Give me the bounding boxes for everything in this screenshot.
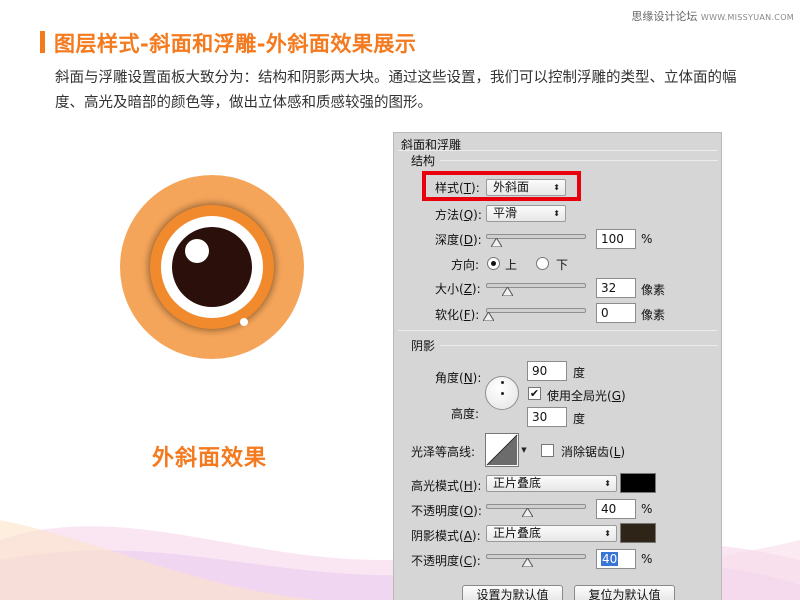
size-input[interactable]: 32 — [596, 278, 636, 298]
highlight-mode-label: 高光模式(H): — [411, 479, 482, 493]
watermark: 思缘设计论坛 WWW.MISSYUAN.COM — [631, 8, 794, 24]
shading-section-title: 阴影 — [411, 339, 436, 353]
gloss-contour-label: 光泽等高线: — [411, 445, 476, 459]
reset-default-button[interactable]: 复位为默认值 — [574, 585, 675, 600]
technique-select-value: 平滑 — [493, 206, 518, 220]
highlight-mode-value: 正片叠底 — [493, 476, 542, 490]
gloss-contour-picker[interactable] — [485, 433, 519, 467]
soften-slider-thumb[interactable] — [483, 312, 494, 321]
page-description: 斜面与浮雕设置面板大致分为：结构和阴影两大块。通过这些设置，我们可以控制浮雕的类… — [55, 70, 737, 111]
shadow-mode-label: 阴影模式(A): — [411, 529, 481, 543]
technique-select[interactable]: 平滑 ⬍ — [486, 205, 566, 222]
shadow-opacity-input[interactable]: 40 — [596, 549, 636, 569]
contour-dropdown-arrow-icon[interactable]: ▼ — [520, 433, 528, 467]
make-default-button[interactable]: 设置为默认值 — [462, 585, 563, 600]
highlight-opacity-label: 不透明度(O): — [411, 504, 482, 518]
size-label: 大小(Z): — [435, 282, 481, 296]
angle-unit: 度 — [573, 366, 586, 380]
soften-label: 软化(F): — [435, 308, 480, 322]
angle-dial[interactable] — [485, 376, 519, 410]
shadow-opacity-label: 不透明度(C): — [411, 554, 481, 568]
soften-slider[interactable] — [486, 308, 586, 313]
structure-divider — [440, 160, 718, 161]
direction-up-radio[interactable] — [487, 257, 500, 270]
highlight-opacity-slider[interactable] — [486, 504, 586, 509]
depth-slider-thumb[interactable] — [491, 238, 502, 247]
anti-aliased-checkbox[interactable] — [541, 444, 554, 457]
depth-unit: % — [641, 232, 653, 246]
highlight-color-swatch[interactable] — [620, 473, 656, 493]
watermark-site: WWW.MISSYUAN.COM — [700, 13, 794, 22]
structure-section-title: 结构 — [411, 154, 436, 168]
soften-input[interactable]: 0 — [596, 303, 636, 323]
highlight-opacity-unit: % — [641, 502, 653, 516]
style-highlight-box — [422, 171, 581, 201]
updown-arrow-icon: ⬍ — [604, 529, 611, 538]
updown-arrow-icon: ⬍ — [604, 479, 611, 488]
depth-input[interactable]: 100 — [596, 229, 636, 249]
illustration-caption: 外斜面效果 — [152, 446, 268, 471]
shadow-mode-select[interactable]: 正片叠底 ⬍ — [486, 525, 617, 542]
direction-label: 方向: — [451, 258, 480, 272]
highlight-mode-select[interactable]: 正片叠底 ⬍ — [486, 475, 617, 492]
shadow-opacity-slider[interactable] — [486, 554, 586, 559]
use-global-light-checkbox[interactable]: ✔ — [528, 387, 541, 400]
panel-divider — [398, 150, 717, 151]
depth-label: 深度(D): — [435, 233, 482, 247]
soften-unit: 像素 — [641, 308, 666, 322]
title-accent-bar — [40, 31, 45, 53]
direction-up-label: 上 — [505, 258, 518, 272]
direction-down-radio[interactable] — [536, 257, 549, 270]
angle-dial-center — [501, 392, 504, 395]
size-slider[interactable] — [486, 283, 586, 288]
highlight-opacity-input[interactable]: 40 — [596, 499, 636, 519]
page-title: 图层样式-斜面和浮雕-外斜面效果展示 — [54, 32, 417, 56]
anti-aliased-label: 消除锯齿(L) — [561, 445, 626, 459]
highlight-opacity-thumb[interactable] — [522, 508, 533, 517]
shadow-opacity-thumb[interactable] — [522, 558, 533, 567]
bevel-emboss-panel: 斜面和浮雕 结构 样式(T): 外斜面 ⬍ 方法(Q): 平滑 ⬍ 深度(D):… — [393, 132, 722, 600]
shading-divider — [440, 345, 718, 346]
section-divider — [398, 330, 717, 331]
watermark-text: 思缘设计论坛 — [631, 10, 698, 23]
use-global-light-label: 使用全局光(G) — [547, 389, 626, 403]
outer-bevel-eye-illustration — [120, 175, 304, 359]
direction-down-label: 下 — [556, 258, 569, 272]
altitude-unit: 度 — [573, 412, 586, 426]
angle-label: 角度(N): — [435, 371, 482, 385]
shadow-opacity-unit: % — [641, 552, 653, 566]
angle-dial-indicator — [501, 381, 504, 384]
shadow-mode-value: 正片叠底 — [493, 526, 542, 540]
altitude-input[interactable]: 30 — [527, 407, 567, 427]
altitude-label: 高度: — [451, 407, 480, 421]
size-unit: 像素 — [641, 283, 666, 297]
shadow-color-swatch[interactable] — [620, 523, 656, 543]
size-slider-thumb[interactable] — [502, 287, 513, 296]
updown-arrow-icon: ⬍ — [553, 209, 560, 218]
technique-label: 方法(Q): — [435, 208, 482, 222]
angle-input[interactable]: 90 — [527, 361, 567, 381]
